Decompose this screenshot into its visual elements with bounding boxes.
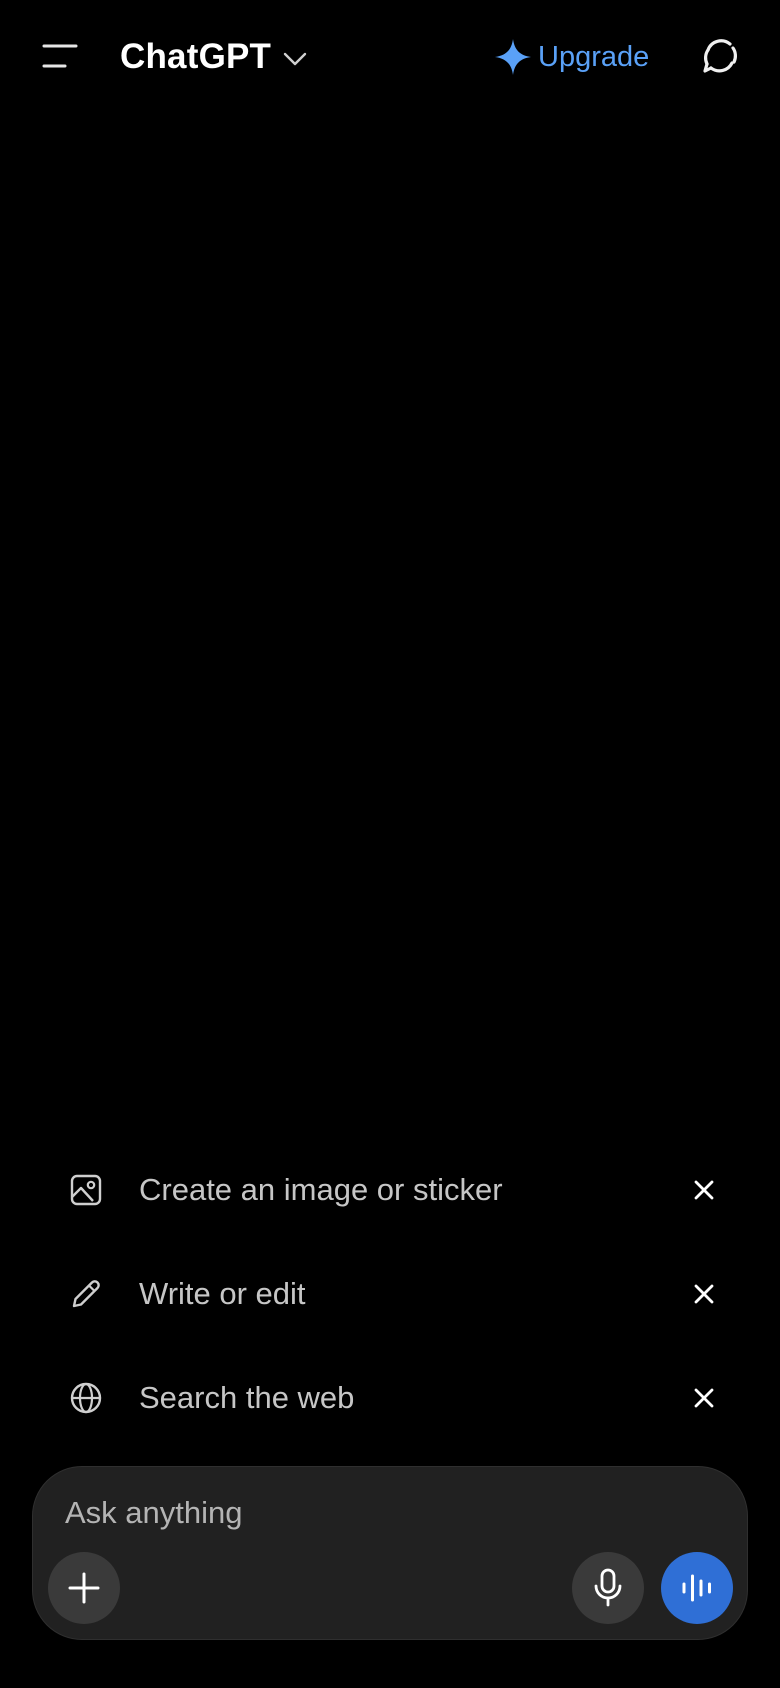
suggestion-item-search-web[interactable]: Search the web bbox=[0, 1346, 780, 1450]
suggestion-item-create-image[interactable]: Create an image or sticker bbox=[0, 1138, 780, 1242]
voice-mode-button[interactable] bbox=[661, 1552, 733, 1624]
pencil-icon bbox=[66, 1274, 106, 1314]
image-icon bbox=[66, 1170, 106, 1210]
top-bar: ChatGPT Upgrade bbox=[0, 0, 780, 112]
message-input[interactable] bbox=[65, 1489, 665, 1537]
plus-icon bbox=[68, 1572, 100, 1604]
voice-waveform-icon bbox=[682, 1574, 711, 1602]
menu-icon bbox=[42, 44, 78, 68]
close-icon[interactable] bbox=[684, 1378, 724, 1418]
chevron-down-icon bbox=[283, 51, 307, 67]
suggestion-label: Search the web bbox=[139, 1380, 355, 1415]
attach-button[interactable] bbox=[48, 1552, 120, 1624]
sparkle-icon bbox=[495, 39, 531, 75]
new-chat-button[interactable] bbox=[694, 30, 746, 82]
close-icon[interactable] bbox=[684, 1274, 724, 1314]
dictate-button[interactable] bbox=[572, 1552, 644, 1624]
globe-icon bbox=[66, 1378, 106, 1418]
upgrade-button[interactable]: Upgrade bbox=[494, 32, 649, 82]
model-selector[interactable]: ChatGPT bbox=[120, 32, 307, 82]
upgrade-label: Upgrade bbox=[538, 40, 650, 73]
suggestion-item-write-edit[interactable]: Write or edit bbox=[0, 1242, 780, 1346]
message-composer bbox=[32, 1466, 748, 1640]
sidebar-menu-button[interactable] bbox=[32, 30, 88, 82]
close-icon[interactable] bbox=[684, 1170, 724, 1210]
app-title: ChatGPT bbox=[120, 37, 272, 76]
microphone-icon bbox=[594, 1568, 622, 1607]
refresh-chat-icon bbox=[703, 39, 738, 73]
suggestion-list: Create an image or sticker Write or edit bbox=[0, 1138, 780, 1450]
suggestion-label: Write or edit bbox=[139, 1276, 306, 1311]
suggestion-label: Create an image or sticker bbox=[139, 1172, 503, 1207]
